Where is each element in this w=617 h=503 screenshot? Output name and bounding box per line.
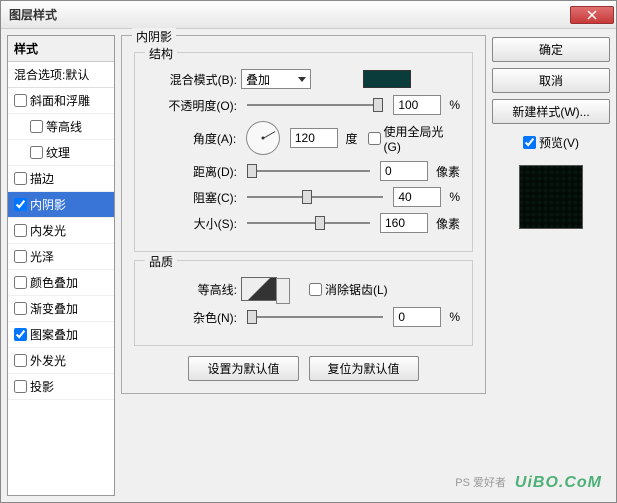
style-item-label: 内发光 — [30, 222, 66, 239]
style-item-label: 颜色叠加 — [30, 274, 78, 291]
style-item-5[interactable]: 内发光 — [8, 218, 114, 244]
size-label: 大小(S): — [147, 215, 237, 232]
dialog-body: 样式 混合选项:默认 斜面和浮雕等高线纹理描边内阴影内发光光泽颜色叠加渐变叠加图… — [1, 29, 616, 502]
watermark-text-2: PS 爱好者 — [455, 474, 506, 490]
style-item-3[interactable]: 描边 — [8, 166, 114, 192]
style-item-checkbox[interactable] — [14, 302, 27, 315]
style-item-4[interactable]: 内阴影 — [8, 192, 114, 218]
style-item-checkbox[interactable] — [14, 250, 27, 263]
style-item-6[interactable]: 光泽 — [8, 244, 114, 270]
distance-label: 距离(D): — [147, 163, 237, 180]
style-item-11[interactable]: 投影 — [8, 374, 114, 400]
structure-group: 结构 混合模式(B): 叠加 不透明度(O): 100 % 角 — [134, 52, 473, 252]
styles-list: 样式 混合选项:默认 斜面和浮雕等高线纹理描边内阴影内发光光泽颜色叠加渐变叠加图… — [7, 35, 115, 496]
center-panel: 内阴影 结构 混合模式(B): 叠加 不透明度(O): 100 % — [121, 35, 486, 496]
titlebar: 图层样式 — [1, 1, 616, 29]
style-item-label: 纹理 — [46, 144, 70, 161]
close-button[interactable] — [570, 6, 614, 24]
close-icon — [587, 10, 597, 20]
choke-input[interactable]: 40 — [393, 187, 441, 207]
style-item-checkbox[interactable] — [14, 380, 27, 393]
style-item-label: 图案叠加 — [30, 326, 78, 343]
new-style-button[interactable]: 新建样式(W)... — [492, 99, 610, 124]
choke-label: 阻塞(C): — [147, 189, 237, 206]
style-item-checkbox[interactable] — [14, 276, 27, 289]
style-item-checkbox[interactable] — [14, 328, 27, 341]
cancel-button[interactable]: 取消 — [492, 68, 610, 93]
watermark-text: UiBO.CoM — [515, 474, 602, 492]
global-light-checkbox[interactable]: 使用全局光(G) — [368, 123, 460, 154]
distance-input[interactable]: 0 — [380, 161, 428, 181]
quality-title: 品质 — [145, 253, 177, 270]
style-item-checkbox[interactable] — [14, 198, 27, 211]
group-title: 内阴影 — [132, 28, 176, 45]
size-slider[interactable] — [247, 214, 370, 232]
preview-thumbnail — [519, 165, 583, 229]
opacity-label: 不透明度(O): — [147, 97, 237, 114]
size-input[interactable]: 160 — [380, 213, 428, 233]
dialog-title: 图层样式 — [9, 6, 570, 23]
noise-input[interactable]: 0 — [393, 307, 441, 327]
style-item-label: 渐变叠加 — [30, 300, 78, 317]
styles-header: 样式 — [8, 36, 114, 62]
size-unit: 像素 — [436, 215, 460, 232]
preview-checkbox[interactable]: 预览(V) — [492, 134, 610, 151]
contour-picker[interactable] — [241, 277, 277, 301]
make-default-button[interactable]: 设置为默认值 — [188, 356, 298, 381]
global-light-cb[interactable] — [368, 132, 381, 145]
style-item-2[interactable]: 纹理 — [8, 140, 114, 166]
style-item-label: 内阴影 — [30, 196, 66, 213]
style-item-9[interactable]: 图案叠加 — [8, 322, 114, 348]
reset-default-button[interactable]: 复位为默认值 — [309, 356, 419, 381]
color-swatch[interactable] — [363, 70, 411, 88]
blend-mode-select[interactable]: 叠加 — [241, 69, 311, 89]
distance-slider[interactable] — [247, 162, 370, 180]
opacity-input[interactable]: 100 — [393, 95, 441, 115]
angle-input[interactable]: 120 — [290, 128, 338, 148]
antialias-checkbox[interactable]: 消除锯齿(L) — [309, 281, 388, 298]
contour-label: 等高线: — [147, 281, 237, 298]
noise-slider[interactable] — [247, 308, 383, 326]
style-item-checkbox[interactable] — [14, 172, 27, 185]
ok-button[interactable]: 确定 — [492, 37, 610, 62]
noise-unit: % — [449, 310, 460, 324]
opacity-slider[interactable] — [247, 96, 383, 114]
style-item-1[interactable]: 等高线 — [8, 114, 114, 140]
opacity-unit: % — [449, 98, 460, 112]
style-item-checkbox[interactable] — [14, 224, 27, 237]
noise-label: 杂色(N): — [147, 309, 237, 326]
style-item-label: 描边 — [30, 170, 54, 187]
style-item-label: 光泽 — [30, 248, 54, 265]
preview-cb[interactable] — [523, 136, 536, 149]
inner-shadow-group: 内阴影 结构 混合模式(B): 叠加 不透明度(O): 100 % — [121, 35, 486, 394]
style-item-checkbox[interactable] — [14, 94, 27, 107]
style-item-checkbox[interactable] — [30, 120, 43, 133]
style-item-10[interactable]: 外发光 — [8, 348, 114, 374]
choke-unit: % — [449, 190, 460, 204]
quality-group: 品质 等高线: 消除锯齿(L) 杂色(N): 0 — [134, 260, 473, 346]
style-item-label: 斜面和浮雕 — [30, 92, 90, 109]
style-item-checkbox[interactable] — [14, 354, 27, 367]
antialias-cb[interactable] — [309, 283, 322, 296]
angle-unit: 度 — [346, 130, 358, 147]
style-item-8[interactable]: 渐变叠加 — [8, 296, 114, 322]
style-item-checkbox[interactable] — [30, 146, 43, 159]
right-panel: 确定 取消 新建样式(W)... 预览(V) — [492, 35, 610, 496]
distance-unit: 像素 — [436, 163, 460, 180]
blend-mode-label: 混合模式(B): — [147, 71, 237, 88]
layer-style-dialog: 图层样式 样式 混合选项:默认 斜面和浮雕等高线纹理描边内阴影内发光光泽颜色叠加… — [0, 0, 617, 503]
structure-title: 结构 — [145, 45, 177, 62]
style-item-7[interactable]: 颜色叠加 — [8, 270, 114, 296]
blend-options-default[interactable]: 混合选项:默认 — [8, 62, 114, 88]
style-item-label: 外发光 — [30, 352, 66, 369]
angle-control[interactable] — [246, 121, 280, 155]
angle-label: 角度(A): — [147, 130, 236, 147]
style-item-label: 投影 — [30, 378, 54, 395]
style-item-0[interactable]: 斜面和浮雕 — [8, 88, 114, 114]
choke-slider[interactable] — [247, 188, 383, 206]
style-item-label: 等高线 — [46, 118, 82, 135]
